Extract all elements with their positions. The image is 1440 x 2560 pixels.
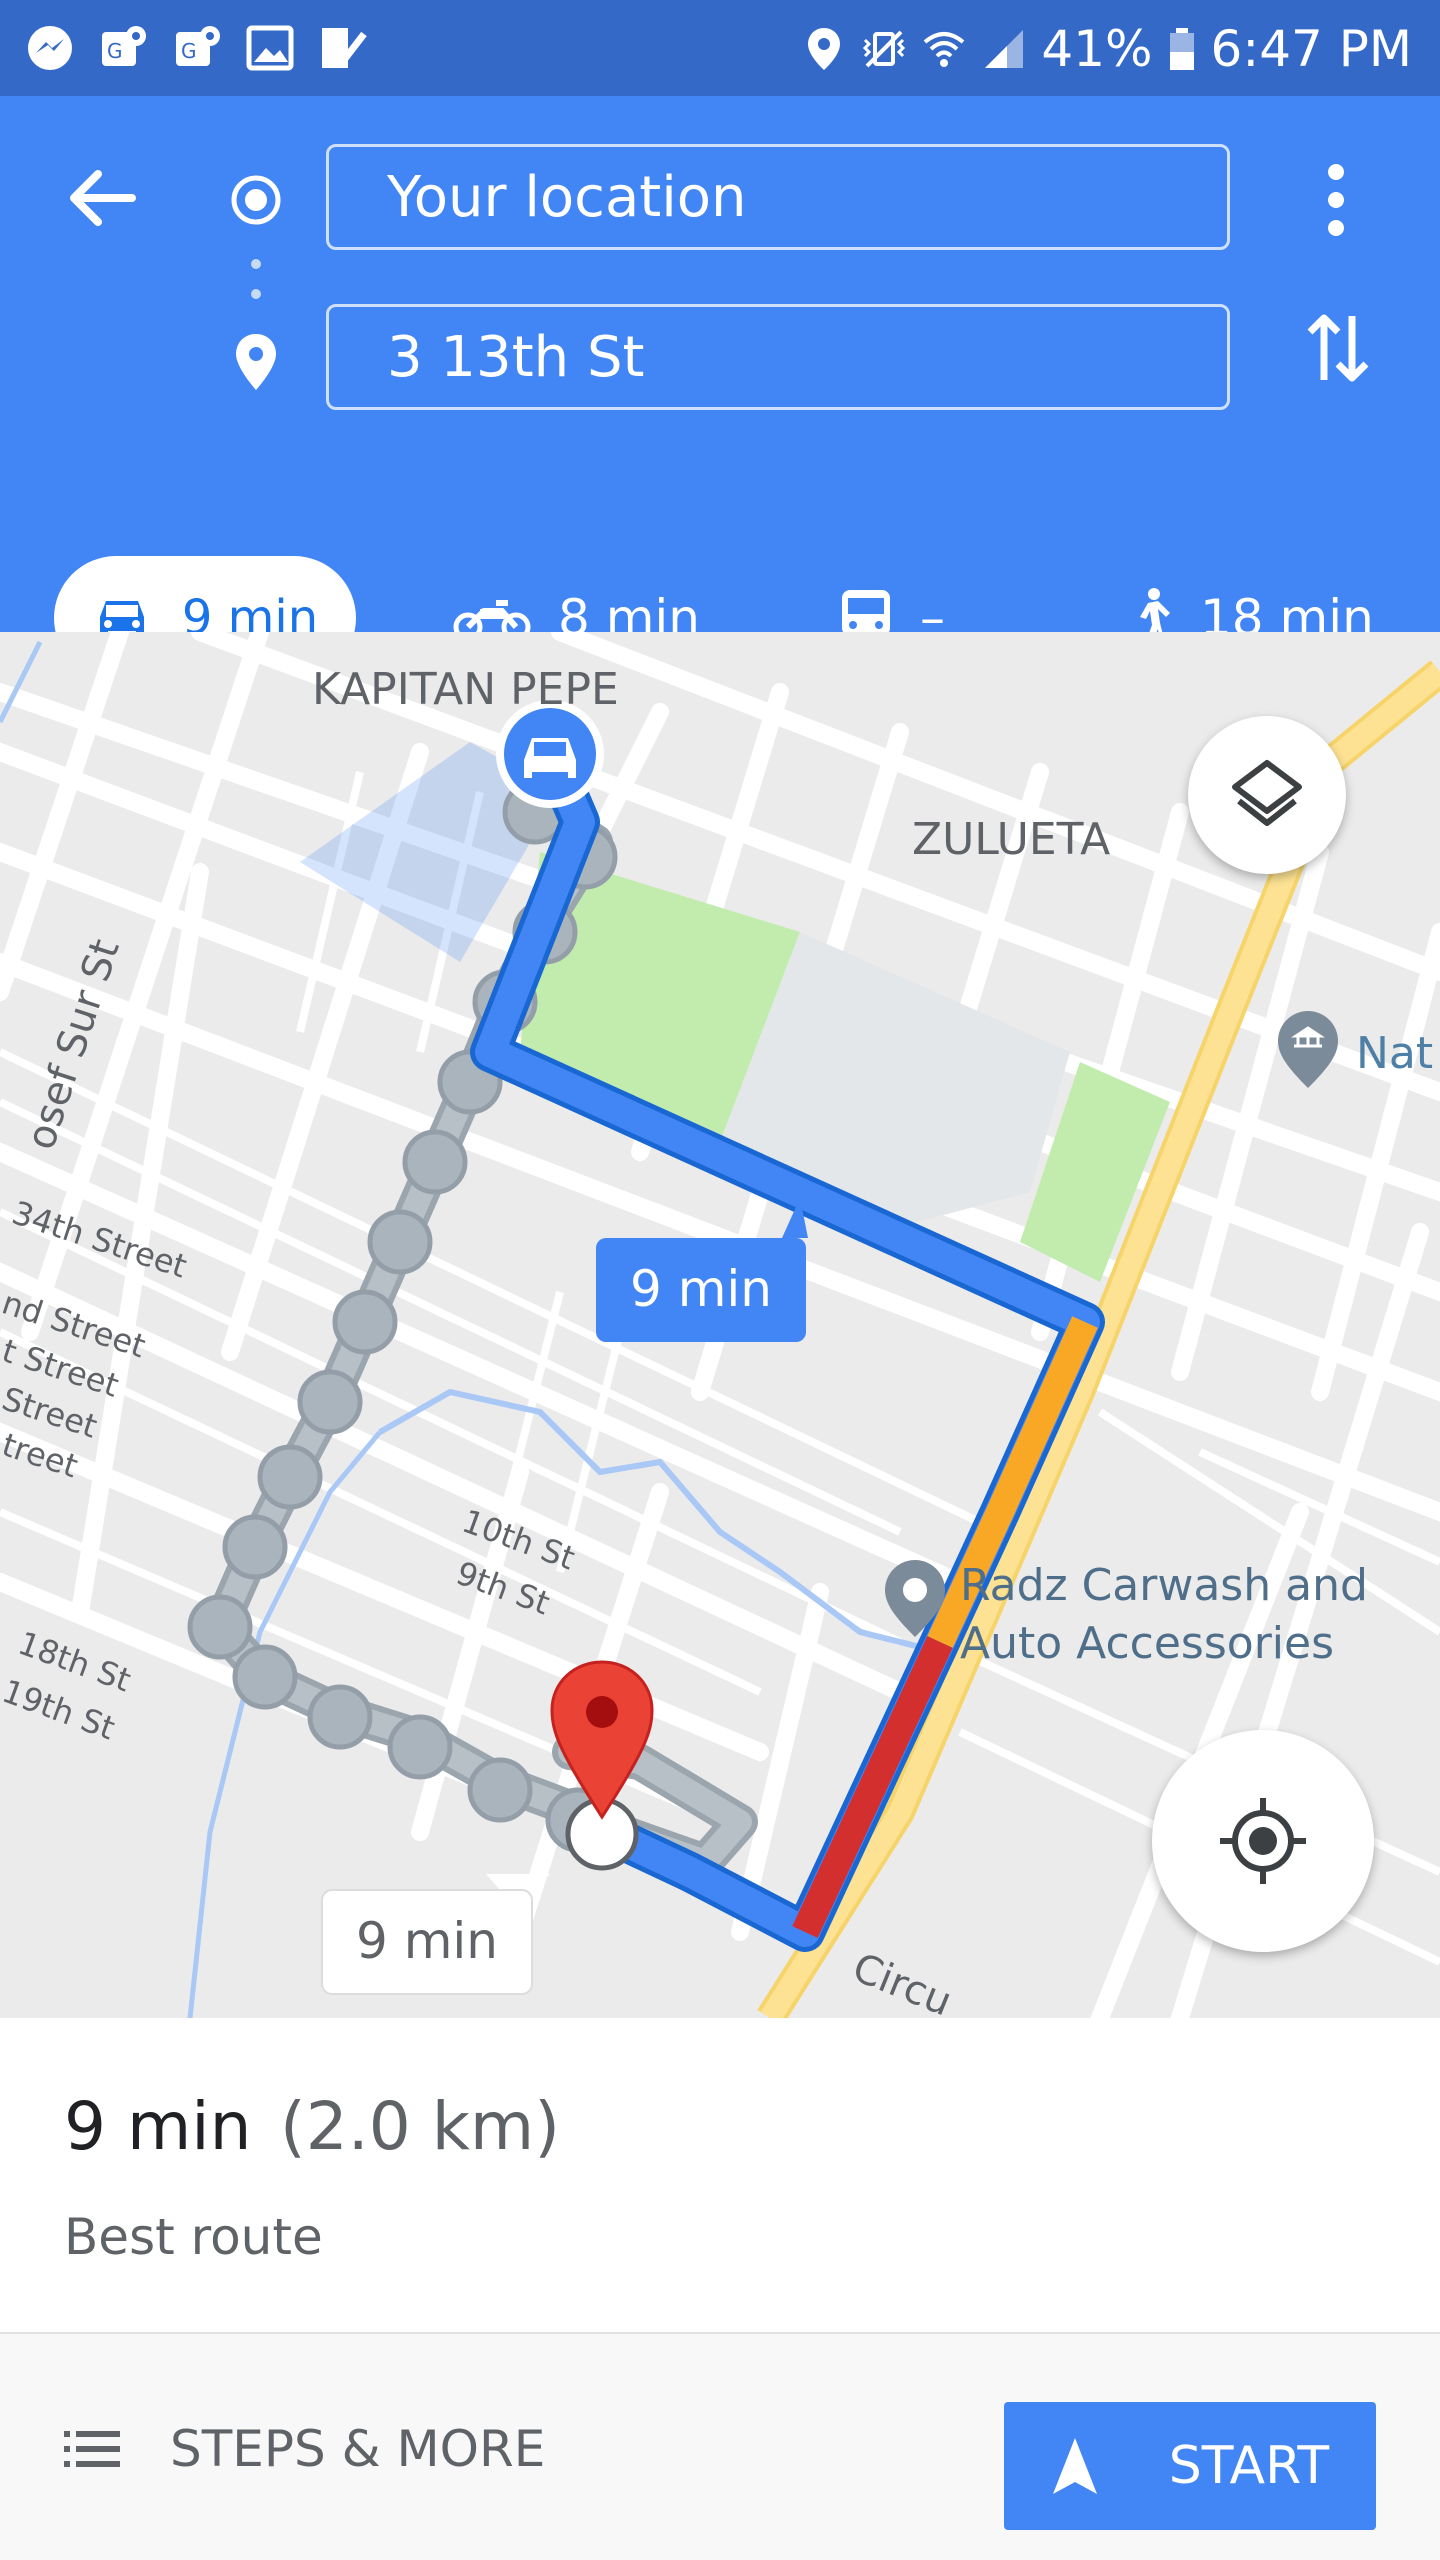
poi-label-carwash-1: Radz Carwash and	[960, 1560, 1368, 1611]
status-bar: G G 41% 6:47 PM	[0, 0, 1440, 96]
alternate-route-time: 9 min	[356, 1912, 498, 1970]
layers-button[interactable]	[1188, 716, 1346, 874]
navigation-arrow-icon	[1052, 2438, 1097, 2494]
list-icon	[64, 2431, 120, 2467]
area-label-zulueta: ZULUETA	[912, 814, 1110, 865]
origin-dot-icon	[231, 175, 281, 225]
vibrate-mute-icon	[863, 30, 906, 68]
area-label-kapitan-pepe: KAPITAN PEPE	[312, 664, 619, 715]
route-summary-sheet[interactable]: 9 min (2.0 km) Best route STEPS & MORE S…	[0, 2018, 1440, 2560]
directions-header: Your location 3 13th St 9 min 8 min – 18…	[0, 96, 1440, 680]
route-note: Best route	[64, 2208, 323, 2266]
start-navigation-button[interactable]: START	[1004, 2402, 1376, 2530]
location-pin-icon	[808, 28, 841, 70]
swap-directions-icon[interactable]	[1304, 310, 1372, 386]
steps-and-more-button[interactable]: STEPS & MORE	[64, 2404, 545, 2494]
destination-pin-icon	[236, 334, 276, 390]
task-check-icon	[322, 28, 367, 68]
svg-text:G: G	[181, 39, 197, 63]
poi-label-carwash-2: Auto Accessories	[960, 1618, 1334, 1669]
clock: 6:47 PM	[1210, 20, 1412, 78]
maps-notification-icon: G	[102, 26, 146, 66]
gallery-icon	[246, 25, 294, 71]
battery-percent: 41%	[1041, 20, 1153, 78]
poi-label-nat: Nat	[1356, 1028, 1433, 1079]
my-location-button[interactable]	[1152, 1730, 1374, 1952]
battery-icon	[1169, 28, 1194, 70]
summary-duration: 9 min	[64, 2088, 252, 2165]
messenger-icon	[28, 26, 72, 70]
origin-text: Your location	[387, 164, 747, 230]
route-connector-dots	[251, 259, 261, 299]
destination-text: 3 13th St	[387, 324, 645, 390]
layers-icon	[1232, 760, 1302, 826]
action-bar: STEPS & MORE START	[0, 2334, 1440, 2560]
primary-route-time: 9 min	[630, 1260, 772, 1318]
alternate-route-time-badge: 9 min	[321, 1874, 550, 1995]
svg-text:G: G	[107, 39, 123, 63]
crosshair-icon	[1220, 1798, 1306, 1884]
destination-field[interactable]: 3 13th St	[326, 304, 1230, 410]
maps-notification-icon: G	[176, 26, 220, 66]
summary-distance: (2.0 km)	[280, 2088, 560, 2165]
map-view[interactable]: KAPITAN PEPE ZULUETA Nat osef Sur St 34t…	[0, 632, 1440, 2018]
steps-label: STEPS & MORE	[170, 2420, 546, 2478]
start-label: START	[1168, 2436, 1330, 2496]
back-arrow-icon[interactable]	[62, 166, 142, 230]
current-location-car-marker	[496, 700, 604, 808]
more-options-icon[interactable]	[1316, 160, 1356, 240]
wifi-icon	[924, 32, 965, 67]
origin-field[interactable]: Your location	[326, 144, 1230, 250]
cell-signal-icon	[985, 30, 1024, 68]
